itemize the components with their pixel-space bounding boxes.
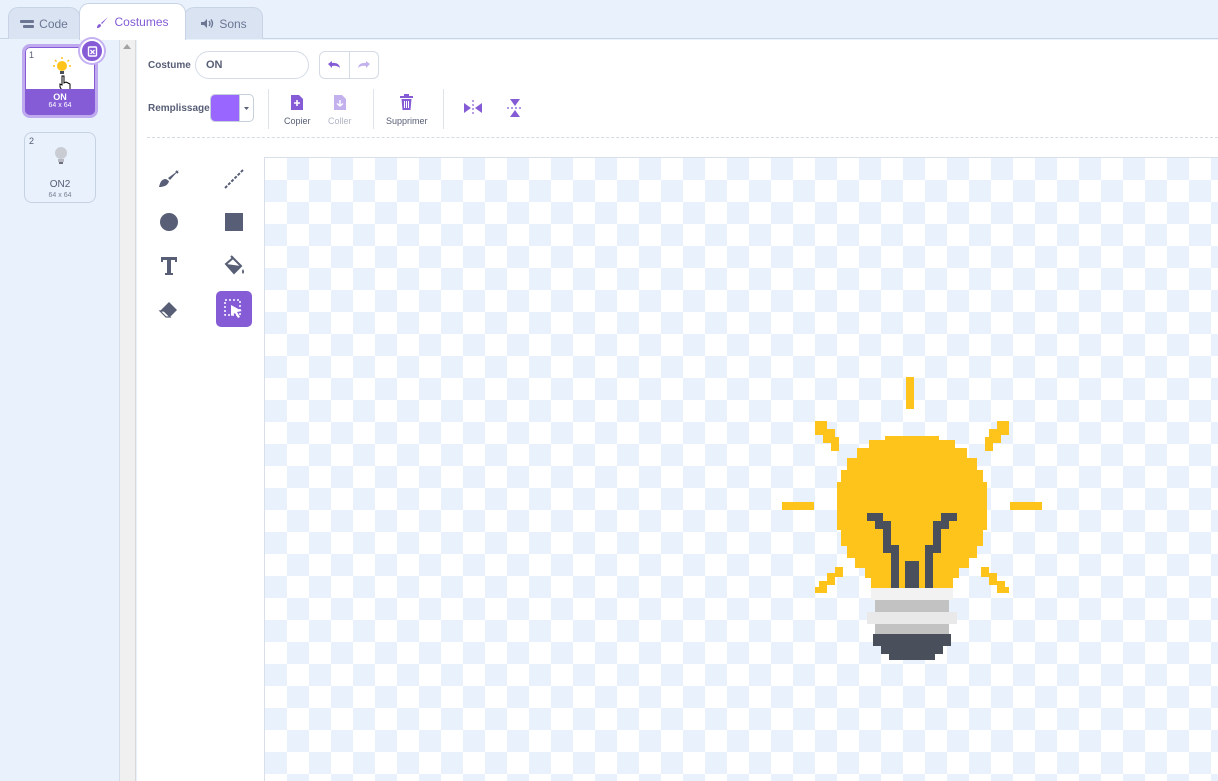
eraser-tool[interactable] [151, 291, 187, 327]
paint-editor: Costume Remplissage Copier Coller Suppri… [137, 40, 1218, 781]
tab-costumes[interactable]: Costumes [79, 3, 186, 40]
fill-bucket-icon [224, 255, 244, 275]
brush-icon [159, 170, 179, 187]
costume-list-scrollbar[interactable] [120, 40, 136, 781]
delete-label: Supprimer [386, 116, 428, 126]
scroll-up-arrow[interactable] [123, 44, 131, 49]
copy-label: Copier [284, 116, 311, 126]
copy-button[interactable]: Copier [284, 94, 311, 126]
delete-button[interactable]: Supprimer [386, 94, 428, 126]
fill-tool[interactable] [216, 248, 252, 284]
flip-horizontal-icon [464, 100, 482, 116]
fill-dropdown-caret [240, 95, 253, 121]
circle-tool[interactable] [151, 204, 187, 240]
line-icon [224, 169, 244, 189]
costume-size: 64 x 64 [48, 192, 72, 199]
flip-vertical-button[interactable] [507, 98, 523, 118]
fill-label: Remplissage [148, 103, 210, 114]
redo-icon [357, 61, 370, 68]
undo-button[interactable] [320, 52, 349, 78]
paste-button[interactable]: Coller [328, 94, 352, 126]
costume-item-1-footer: ON 64 x 64 [25, 89, 95, 115]
paint-canvas[interactable] [264, 157, 1218, 781]
tab-code[interactable]: Code [8, 7, 80, 39]
costume-item-2[interactable]: 2 ON2 64 x 64 [24, 132, 96, 203]
costume-number: 1 [29, 50, 35, 60]
toolbar-divider [443, 89, 444, 129]
costume-size: 64 x 64 [48, 102, 72, 109]
undo-redo-group [319, 51, 379, 79]
paste-label: Coller [328, 116, 352, 126]
trash-icon [400, 94, 414, 110]
select-icon [224, 299, 242, 318]
flip-vertical-icon [507, 99, 523, 117]
copy-icon [291, 95, 304, 110]
costume-name-input[interactable] [195, 51, 309, 79]
eraser-icon [158, 302, 177, 318]
code-icon [20, 19, 35, 28]
flip-horizontal-button[interactable] [463, 100, 483, 116]
undo-icon [328, 61, 341, 68]
toolbar-separator [147, 137, 1218, 138]
text-icon [161, 257, 177, 275]
brush-tool[interactable] [151, 161, 187, 197]
fill-color-picker[interactable] [210, 94, 254, 122]
speaker-icon [201, 19, 214, 28]
costume-number: 2 [29, 136, 35, 146]
lightbulb-costume [782, 377, 1042, 660]
costume-thumbnail [55, 147, 67, 164]
circle-icon [160, 213, 178, 231]
line-tool[interactable] [216, 161, 252, 197]
rectangle-tool[interactable] [216, 204, 252, 240]
caret-down-icon [244, 106, 249, 110]
editor-tab-bar: Code Costumes Sons [0, 0, 1218, 40]
tab-costumes-label: Costumes [114, 15, 169, 29]
costume-name-label: Costume [148, 60, 191, 71]
costume-name: ON2 [49, 179, 71, 190]
costume-name: ON [53, 92, 67, 102]
tab-sounds[interactable]: Sons [184, 7, 263, 39]
rectangle-icon [225, 213, 243, 231]
redo-button[interactable] [348, 52, 379, 78]
tab-sounds-label: Sons [219, 16, 247, 31]
delete-costume-button[interactable] [80, 39, 104, 63]
paintbrush-icon [97, 16, 109, 28]
costume-thumbnail [53, 57, 71, 74]
toolbar-divider [268, 89, 269, 129]
select-tool[interactable] [216, 291, 252, 327]
close-icon [87, 45, 97, 57]
tab-code-label: Code [39, 16, 68, 31]
toolbar-divider [373, 89, 374, 129]
fill-color-swatch [211, 95, 240, 121]
text-tool[interactable] [151, 248, 187, 284]
paste-icon [333, 95, 346, 110]
